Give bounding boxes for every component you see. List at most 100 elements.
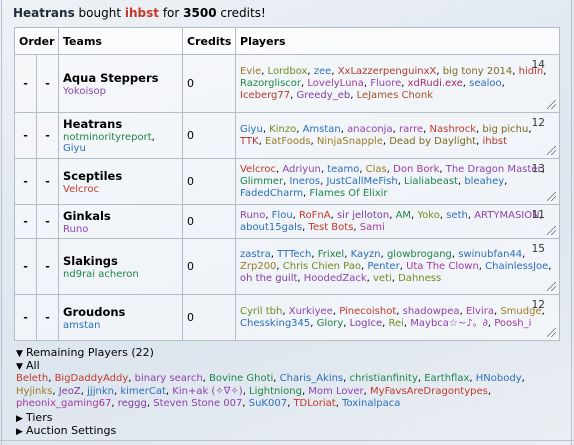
team-row: - - Sceptiles Velcroc 0 Velcroc, Adriyun, tea… [14,158,560,205]
resize-grip-icon[interactable] [547,328,556,337]
table-header: Order Teams Credits Players [13,27,560,55]
team-name: Sceptiles [63,168,123,183]
player-name: Clas [365,163,387,175]
team-cell: Groudons amstan [58,294,184,341]
header-credits: Credits [182,27,237,55]
remaining-player: pheonix_gaming67 [16,398,112,409]
players-cell[interactable]: zastra, TTTech, Frixel, Kayzn, glowbroga… [235,238,560,295]
player-count: 12 [531,117,545,129]
manager-name: amstan [63,319,101,331]
resize-grip-icon[interactable] [547,226,556,235]
player-name: LogIce [349,317,383,329]
order-down-button[interactable]: - [35,294,60,341]
player-name: Kayzn [350,248,381,260]
order-down-button[interactable]: - [35,54,60,113]
remaining-player: MyFavsAreDragontypes [370,385,488,397]
caret-down-icon: ▼ [16,349,23,359]
player-name: Sami [359,221,385,233]
player-name: Elvira [465,305,494,317]
player-name: anaconja [347,123,393,135]
remaining-player: SuK007 [248,398,288,409]
team-row: - - Slakings nd9rai acheron 0 zastra, TTTech,… [14,238,560,295]
player-name: Ineros [289,175,321,187]
resize-grip-icon[interactable] [547,100,556,109]
tiers-toggle[interactable]: ▶ Tiers [16,411,52,424]
player-name: about15gals [240,221,303,233]
order-up-button[interactable]: - [14,238,37,295]
caret-right-icon: ▶ [16,427,23,437]
player-name: bleahey [464,175,505,187]
order-up-button[interactable]: - [14,204,37,239]
team-name: Aqua Steppers [63,70,159,85]
player-name: XxLazzerpenguinxX [337,65,437,77]
team-credits: 0 [182,54,237,113]
players-cell[interactable]: Evie, Lordbox, zee, XxLazzerpenguinxX, b… [235,54,560,113]
player-count: 11 [531,209,545,221]
order-down-button[interactable]: - [35,238,60,295]
player-name: Iceberg77 [240,89,291,101]
player-name: Lialiabeast [404,175,458,187]
team-cell: Sceptiles Velcroc [58,158,184,205]
manager-name: Runo [63,223,89,235]
player-name: big tony 2014 [442,65,513,77]
caret-right-icon: ▶ [16,414,23,424]
player-name: teamo [327,163,360,175]
caret-down-icon: ▼ [16,362,23,372]
order-up-button[interactable]: - [14,54,37,113]
player-count: 14 [531,59,545,71]
player-name: Poosh_i [494,317,532,329]
remaining-player: binary search [134,373,203,384]
player-name: TTTech [277,248,312,260]
resize-grip-icon[interactable] [547,146,556,155]
players-cell[interactable]: Velcroc, Adriyun, teamo, Clas, Don Bork,… [235,158,560,205]
auction-settings-toggle[interactable]: ▶ Auction Settings [16,424,116,437]
team-managers: Runo [63,224,178,235]
order-up-button[interactable]: - [14,294,37,341]
resize-grip-icon[interactable] [547,282,556,291]
players-cell[interactable]: Giyu, Kinzo, Amstan, anaconja, rarre, Na… [235,112,560,159]
player-name: zastra [240,248,271,260]
bought-player: ihbst [124,6,159,20]
players-cell[interactable]: Runo, Flou, RoFnA, sir jelloton, AM, Yok… [235,204,560,239]
tiers-label: Tiers [26,411,53,424]
player-name: LeJames Chonk [356,89,434,101]
player-name: Dead by Daylight [389,135,477,147]
remaining-player: christianfinity [349,373,418,384]
remaining-player: Bovine Ghoti [209,373,274,384]
player-name: TTK [240,135,259,147]
team-name: Heatrans [63,117,123,131]
players-cell[interactable]: Cyril tbh, Xurkiyee, Pinecoishot, shadow… [235,294,560,341]
order-up-button[interactable]: - [14,158,37,205]
auction-table: Order Teams Credits Players - - Aqua Stepp… [13,27,560,341]
player-name: Glory [316,317,344,329]
resize-grip-icon[interactable] [547,192,556,201]
remaining-players-toggle[interactable]: ▼ Remaining Players (22) [16,346,154,359]
order-up-button[interactable]: - [14,112,37,159]
player-name: FadedCharm [240,187,303,199]
team-managers: nd9rai acheron [63,269,178,280]
order-down-button[interactable]: - [35,158,60,205]
player-name: Amstan [302,123,341,135]
manager-name: notminorityreport [63,132,152,143]
player-name: Giyu [240,123,263,135]
player-name: Velcroc [240,163,277,175]
team-cell: Aqua Steppers Yokoisop [58,54,184,113]
order-down-button[interactable]: - [35,204,60,239]
remaining-player: kimerCat [120,385,166,397]
player-name: sir jelloton [336,209,390,221]
player-name: ChainlessJoe [485,260,549,272]
team-name: Ginkals [63,208,111,223]
player-name: RoFnA [299,209,331,221]
player-name: Cyril tbh [240,305,283,317]
remaining-player: jjjnkn [87,385,114,397]
order-down-button[interactable]: - [35,112,60,159]
player-name: big pichu [482,123,529,135]
player-name: rarre [398,123,424,135]
player-name: Frixel [317,248,345,260]
remaining-player: TDLoriat [293,398,336,409]
all-toggle[interactable]: ▼ All [16,359,40,372]
player-name: Xurkiyee [288,305,333,317]
player-name: shadowpea [402,305,460,317]
player-name: AM [395,209,412,221]
header-teams: Teams [58,27,184,55]
